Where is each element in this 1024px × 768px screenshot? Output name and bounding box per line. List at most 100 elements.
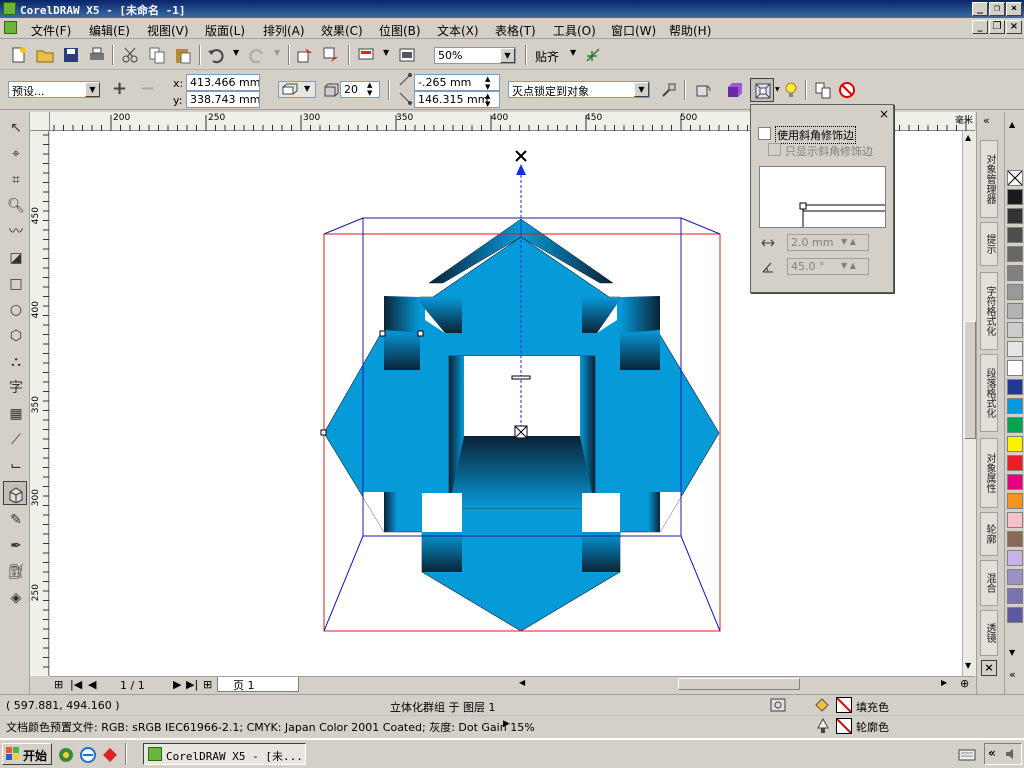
color-swatch[interactable] (1007, 208, 1023, 224)
extrusion-type-dropdown-icon[interactable]: ▼ (304, 84, 310, 93)
snap-to-button[interactable]: 贴齐 (535, 48, 559, 65)
no-color-swatch[interactable] (1007, 170, 1023, 186)
color-profile-info[interactable]: 文档颜色预置文件: RGB: sRGB IEC61966-2.1; CMYK: … (6, 719, 535, 735)
application-launcher-icon[interactable] (357, 46, 375, 64)
ie-browser-icon[interactable] (80, 747, 96, 763)
docker-tab-paragraph[interactable]: 段落格式化 (980, 354, 998, 432)
color-swatch[interactable] (1007, 550, 1023, 566)
navigator-icon[interactable]: ⊕ (960, 677, 969, 690)
color-swatch[interactable] (1007, 474, 1023, 490)
color-swatch[interactable] (1007, 512, 1023, 528)
export-icon[interactable] (322, 46, 340, 64)
start-button[interactable]: 开始 (2, 743, 52, 765)
doc-restore-button[interactable]: ❐ (989, 20, 1005, 34)
color-swatch[interactable] (1007, 455, 1023, 471)
extrude-rotation-icon[interactable] (694, 81, 712, 99)
menu-file[interactable]: 文件(F) (31, 22, 71, 39)
vertical-ruler[interactable]: 450 400 350 300 250 (30, 131, 49, 676)
zoom-tool-icon[interactable]: 🔍︎ (6, 196, 26, 216)
menu-arrange[interactable]: 排列(A) (263, 22, 305, 39)
launcher-dropdown-icon[interactable]: ▼ (383, 48, 389, 57)
paste-icon[interactable] (174, 46, 192, 64)
color-swatch[interactable] (1007, 607, 1023, 623)
color-swatch[interactable] (1007, 417, 1023, 433)
open-folder-icon[interactable] (36, 46, 54, 64)
coreldraw-task-button[interactable]: CorelDRAW X5 - [未... (143, 743, 306, 765)
outline-tool-icon[interactable]: ✒ (6, 536, 26, 556)
print-icon[interactable] (88, 46, 106, 64)
save-icon[interactable] (62, 46, 80, 64)
pick-tool-icon[interactable]: ↖ (6, 118, 26, 138)
add-preset-icon[interactable]: + (112, 78, 127, 99)
document-icon[interactable] (4, 21, 17, 34)
ruler-origin[interactable] (30, 112, 50, 131)
welcome-screen-icon[interactable] (398, 46, 416, 64)
color-swatch[interactable] (1007, 189, 1023, 205)
docker-tab-object-manager[interactable]: 对象管理器 (980, 140, 998, 218)
menu-bitmaps[interactable]: 位图(B) (379, 22, 421, 39)
color-swatch[interactable] (1007, 265, 1023, 281)
color-swatch[interactable] (1007, 569, 1023, 585)
shape-tool-icon[interactable]: ⌖ (6, 144, 26, 164)
color-swatch[interactable] (1007, 398, 1023, 414)
doc-minimize-button[interactable]: _ (972, 20, 988, 34)
use-bevel-label[interactable]: 使用斜角修饰边 (775, 126, 856, 144)
use-bevel-checkbox[interactable] (758, 127, 771, 140)
docker-tab-contour[interactable]: 轮廓 (980, 512, 998, 556)
selection-handle[interactable] (417, 330, 424, 337)
keyboard-tray-icon[interactable] (958, 748, 976, 762)
remove-preset-icon[interactable]: − (140, 78, 155, 99)
interactive-fill-tool-icon[interactable]: ◈ (6, 588, 26, 608)
color-swatch[interactable] (1007, 341, 1023, 357)
profile-expand-icon[interactable]: ▶ (503, 719, 510, 729)
previous-page-icon[interactable]: ◀ (88, 678, 96, 691)
last-page-icon[interactable]: ▶| (186, 678, 198, 691)
basic-shapes-tool-icon[interactable]: ⛬ (6, 352, 26, 372)
bevel-depth-dropdown-icon[interactable]: ▼ ▲ (841, 237, 856, 246)
extrusion-type-dropdown[interactable] (278, 81, 316, 98)
vp-y-spinner-icon[interactable]: ▲ ▼ (485, 92, 490, 108)
y-position-field[interactable]: 338.743 mm (186, 91, 260, 108)
add-page-before-icon[interactable]: ⊞ (54, 678, 63, 691)
menu-tools[interactable]: 工具(O) (553, 22, 596, 39)
vanishing-point-mode-dropdown[interactable]: 灭点锁定到对象 (508, 81, 650, 98)
palette-expand-icon[interactable]: « (1009, 668, 1016, 681)
color-swatch[interactable] (1007, 436, 1023, 452)
color-swatch[interactable] (1007, 303, 1023, 319)
polygon-tool-icon[interactable]: ⬡ (6, 326, 26, 346)
undo-icon[interactable] (207, 46, 225, 64)
depth-field[interactable]: 20 (340, 81, 380, 98)
vanishing-point-properties-icon[interactable] (660, 81, 678, 99)
minimize-button[interactable]: _ (972, 2, 988, 16)
redo-icon[interactable] (248, 46, 266, 64)
selection-handle[interactable] (379, 330, 386, 337)
docker-tab-blend[interactable]: 混合 (980, 560, 998, 606)
color-swatch[interactable] (1007, 284, 1023, 300)
color-swatch[interactable] (1007, 360, 1023, 376)
bevel-close-icon[interactable]: × (879, 107, 889, 121)
bevel-preview[interactable] (759, 166, 886, 228)
new-document-icon[interactable] (10, 46, 28, 64)
lighting-icon[interactable] (782, 81, 800, 99)
bevel-angle-field[interactable]: 45.0 ° (787, 258, 869, 275)
palette-scroll-up-icon[interactable]: ▲ (1009, 120, 1015, 129)
selection-handle[interactable] (320, 429, 327, 436)
bevels-dropdown-icon[interactable]: ▼ (775, 86, 780, 93)
close-button[interactable]: × (1006, 2, 1022, 16)
ellipse-tool-icon[interactable]: ○ (6, 300, 26, 320)
docker-tab-object-properties[interactable]: 对象属性 (980, 438, 998, 508)
menu-view[interactable]: 视图(V) (147, 22, 189, 39)
text-tool-icon[interactable]: 字 (6, 378, 26, 398)
scroll-down-icon[interactable]: ▼ (965, 661, 971, 670)
clear-extrusion-icon[interactable] (838, 81, 856, 99)
zoom-dropdown-icon[interactable]: ▼ (500, 48, 515, 63)
bevels-button[interactable] (750, 78, 774, 102)
docker-tab-hints[interactable]: 提示 (980, 222, 998, 266)
fill-tool-icon[interactable]: ⛽︎ (6, 562, 26, 582)
color-swatch[interactable] (1007, 322, 1023, 338)
color-swatch[interactable] (1007, 246, 1023, 262)
docker-collapse-icon[interactable]: « (983, 114, 990, 127)
doc-close-button[interactable]: × (1006, 20, 1022, 34)
menu-window[interactable]: 窗口(W) (611, 22, 656, 39)
bevel-depth-field[interactable]: 2.0 mm (787, 234, 869, 251)
